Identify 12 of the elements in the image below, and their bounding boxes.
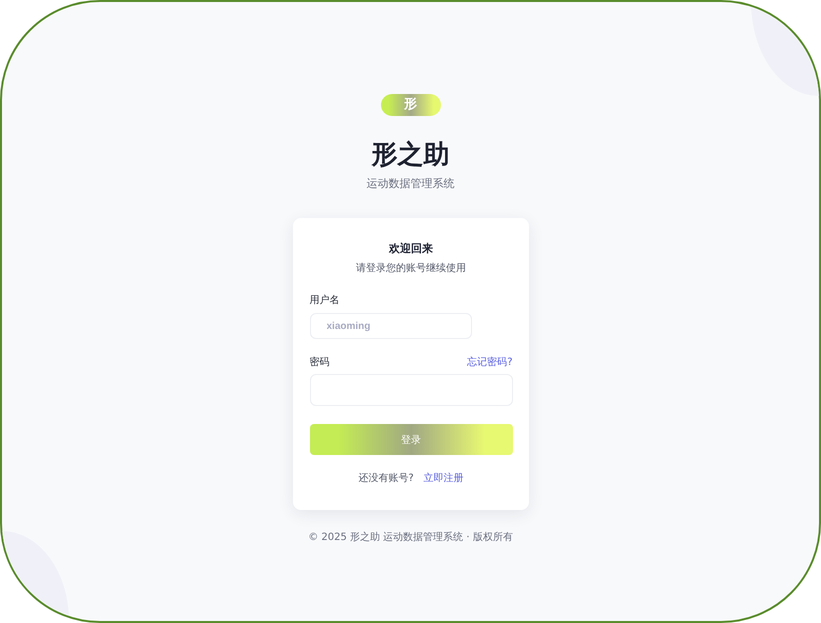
card-heading: 欢迎回来 [388,241,434,257]
card-subheading: 请登录您的账号继续使用 [355,262,467,276]
forgot-password-link[interactable]: 忘记密码? [467,356,512,370]
username-field[interactable]: xiaoming [310,313,472,339]
field-label: 密码 [310,356,330,370]
app-title: 形之助 [372,139,450,171]
field-label: 用户名 [310,294,340,308]
signup-prompt: 还没有账号? [358,472,414,486]
logo-badge: 形 [380,94,440,116]
footer-copyright: © 2025 形之助 运动数据管理系统 · 版权所有 [308,531,513,545]
signup-link[interactable]: 立即注册 [424,472,464,486]
app-subtitle: 运动数据管理系统 [366,177,454,191]
